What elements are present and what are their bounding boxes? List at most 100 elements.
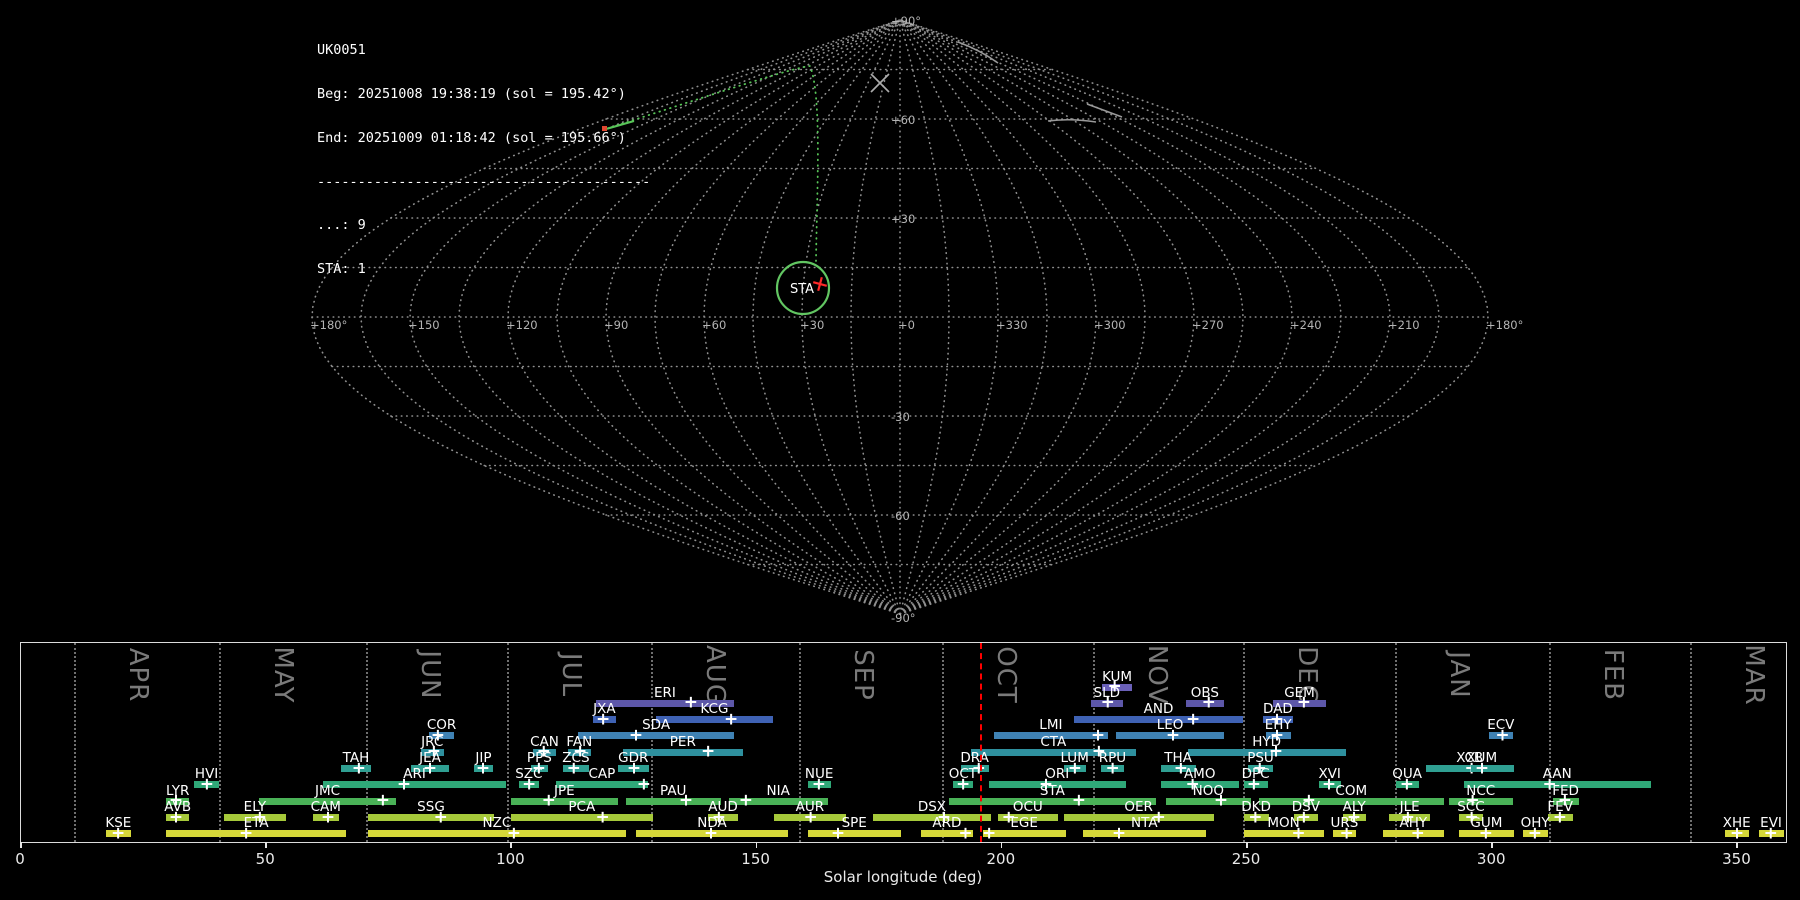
ecliptic-longitude-label: +180° <box>1486 318 1523 332</box>
session-end: End: 20251009 01:18:42 (sol = 195.66°) <box>317 131 650 146</box>
shower-peak-marker: + <box>596 711 610 728</box>
radiant-label: STA <box>790 282 814 297</box>
month-gridline <box>219 643 221 842</box>
month-gridline <box>1690 643 1692 842</box>
shower-peak-marker: + <box>679 793 693 810</box>
shower-peak-marker: + <box>522 776 536 793</box>
month-label: AUG <box>700 645 730 705</box>
shower-label: SDA <box>642 719 670 732</box>
ecliptic-latitude-label: +60 <box>891 113 915 127</box>
shower-peak-marker: + <box>1291 825 1305 842</box>
station-id: UK0051 <box>317 43 650 58</box>
axis-tick <box>510 842 512 848</box>
shower-peak-marker: + <box>376 793 390 810</box>
session-info: UK0051 Beg: 20251008 19:38:19 (sol = 195… <box>317 14 650 291</box>
shower-peak-marker: + <box>1072 793 1086 810</box>
shower-peak-marker: + <box>434 809 448 826</box>
shower-peak-marker: + <box>1248 809 1262 826</box>
shower-peak-marker: + <box>352 760 366 777</box>
shower-peak-marker: + <box>1068 760 1082 777</box>
axis-tick-label: 0 <box>15 850 25 868</box>
shower-peak-marker: + <box>803 809 817 826</box>
ecliptic-longitude-label: +150 <box>408 318 440 332</box>
axis-tick-label: 200 <box>987 850 1016 868</box>
ecliptic-latitude-label: +90° <box>891 14 921 28</box>
shower-peak-marker: + <box>812 776 826 793</box>
shower-label: SPE <box>842 817 867 830</box>
axis-tick-label: 50 <box>256 850 275 868</box>
shower-peak-marker: + <box>1764 825 1778 842</box>
shower-label: OER <box>1124 801 1153 814</box>
ecliptic-longitude-label: +210 <box>1388 318 1420 332</box>
axis-tick <box>20 842 22 848</box>
shower-bar-pau <box>626 798 721 805</box>
ecliptic-longitude-label: +120 <box>506 318 538 332</box>
month-gridline <box>507 643 509 842</box>
shower-label: STA <box>1040 785 1065 798</box>
shower-peak-marker: + <box>1400 776 1414 793</box>
month-gridline <box>366 643 368 842</box>
shower-bar-sda <box>578 732 734 739</box>
axis-tick <box>756 842 758 848</box>
shower-label: CAP <box>588 768 615 781</box>
shower-peak-marker: + <box>1186 711 1200 728</box>
shower-label: ERI <box>654 687 676 700</box>
shower-peak-marker: + <box>1495 727 1509 744</box>
month-label: OCT <box>991 646 1021 704</box>
month-label: JUN <box>415 650 445 699</box>
shower-peak-marker: + <box>169 809 183 826</box>
sky-map: +180°+150+120+90+60+30+0+330+300+270+240… <box>0 0 1800 640</box>
shower-peak-marker: + <box>111 825 125 842</box>
ecliptic-latitude-label: -60 <box>891 509 910 523</box>
ecliptic-longitude-label: +90 <box>604 318 628 332</box>
ecliptic-longitude-label: +60 <box>702 318 726 332</box>
month-label: APR <box>123 648 153 703</box>
ecliptic-longitude-label: +30 <box>800 318 824 332</box>
shower-peak-marker: + <box>1202 695 1216 712</box>
axis-tick-label: 100 <box>496 850 525 868</box>
sta-count: STA: 1 <box>317 262 650 277</box>
ecliptic-longitude-label: +300 <box>1094 318 1126 332</box>
axis-tick <box>1736 842 1738 848</box>
shower-peak-marker: + <box>567 760 581 777</box>
ecliptic-latitude-label: -30 <box>891 410 910 424</box>
shower-peak-marker: + <box>200 776 214 793</box>
shower-peak-marker: + <box>701 744 715 761</box>
shower-label: OCU <box>1013 801 1043 814</box>
unknown-radiant-x-marker <box>871 74 889 92</box>
shower-bar-nta <box>1083 830 1206 837</box>
shower-peak-marker: + <box>629 727 643 744</box>
axis-tick-label: 150 <box>741 850 770 868</box>
ecliptic-longitude-label: +240 <box>1290 318 1322 332</box>
shower-bar-jpe <box>511 798 618 805</box>
month-label: JAN <box>1444 651 1474 698</box>
shower-peak-marker: + <box>982 825 996 842</box>
shower-peak-marker: + <box>1112 825 1126 842</box>
shower-bar-ssg <box>368 814 494 821</box>
shower-peak-marker: + <box>724 711 738 728</box>
shower-peak-marker: + <box>1553 809 1567 826</box>
axis-title: Solar longitude (deg) <box>824 868 982 886</box>
current-sol-line <box>980 643 982 842</box>
shower-peak-marker: + <box>958 825 972 842</box>
month-gridline <box>1395 643 1397 842</box>
month-label: NOV <box>1142 645 1172 705</box>
shower-bar-eta <box>166 830 346 837</box>
shower-label: NIA <box>767 785 790 798</box>
shower-peak-marker: + <box>704 825 718 842</box>
shower-peak-marker: + <box>397 776 411 793</box>
shower-peak-marker: + <box>507 825 521 842</box>
ecliptic-latitude-label: -90° <box>891 611 916 625</box>
shower-bar-nzc <box>368 830 625 837</box>
shower-label: ARD <box>932 817 961 830</box>
month-label: FEB <box>1598 649 1628 701</box>
shower-label: JMC <box>315 785 340 798</box>
shower-label: COM <box>1335 785 1367 798</box>
shower-peak-marker: + <box>684 695 698 712</box>
shower-peak-marker: + <box>1475 760 1489 777</box>
shower-bar-mon <box>1244 830 1324 837</box>
grid-meridian <box>900 20 1096 614</box>
shower-peak-marker: + <box>596 809 610 826</box>
month-gridline <box>74 643 76 842</box>
shower-bar-ari <box>323 781 506 788</box>
